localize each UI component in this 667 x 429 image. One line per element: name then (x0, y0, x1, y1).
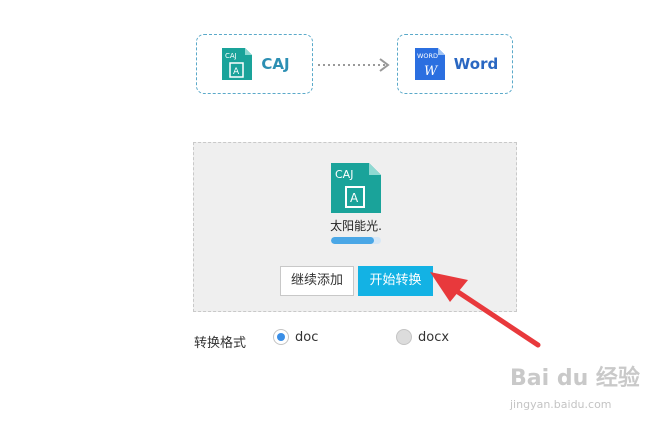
radio-docx[interactable] (396, 329, 412, 345)
start-conversion-button[interactable]: 开始转换 (358, 266, 433, 296)
caj-file-icon: CAJ A (222, 48, 253, 80)
continue-add-button[interactable]: 继续添加 (280, 266, 354, 296)
word-file-icon: WORD W (414, 48, 445, 80)
file-name: 太阳能光. (330, 219, 382, 233)
conversion-arrow-icon (318, 58, 390, 72)
target-format-box: WORD W Word (397, 34, 513, 94)
caj-icon-glyph: A (233, 67, 240, 77)
baidu-watermark: Bai du 经验 jingyan.baidu.com (510, 360, 640, 411)
word-icon-glyph: W (424, 64, 439, 79)
uploaded-file-item: CAJ A 太阳能光. (325, 161, 387, 244)
caj-icon-text: CAJ (225, 52, 237, 60)
format-option-label: doc (295, 329, 319, 345)
upload-dropzone[interactable]: CAJ A 太阳能光. 继续添加 开始转换 (193, 142, 517, 312)
source-format-box: CAJ A CAJ (196, 34, 313, 94)
format-option-docx[interactable]: docx (396, 329, 449, 345)
radio-doc[interactable] (273, 329, 289, 345)
file-icon-glyph: A (350, 191, 359, 205)
format-label: 转换格式 (194, 336, 247, 351)
upload-progress-fill (331, 237, 374, 244)
word-icon-text: WORD (417, 52, 438, 60)
file-icon-text: CAJ (335, 168, 353, 181)
format-option-label: docx (418, 329, 450, 345)
source-format-label: CAJ (261, 55, 290, 73)
target-format-label: Word (453, 55, 499, 73)
format-option-doc[interactable]: doc (273, 329, 318, 345)
watermark-logo: Bai du 经验 (510, 366, 640, 391)
upload-progress-bar (331, 237, 381, 244)
caj-file-icon: CAJ A (331, 163, 381, 213)
watermark-url: jingyan.baidu.com (510, 398, 612, 411)
